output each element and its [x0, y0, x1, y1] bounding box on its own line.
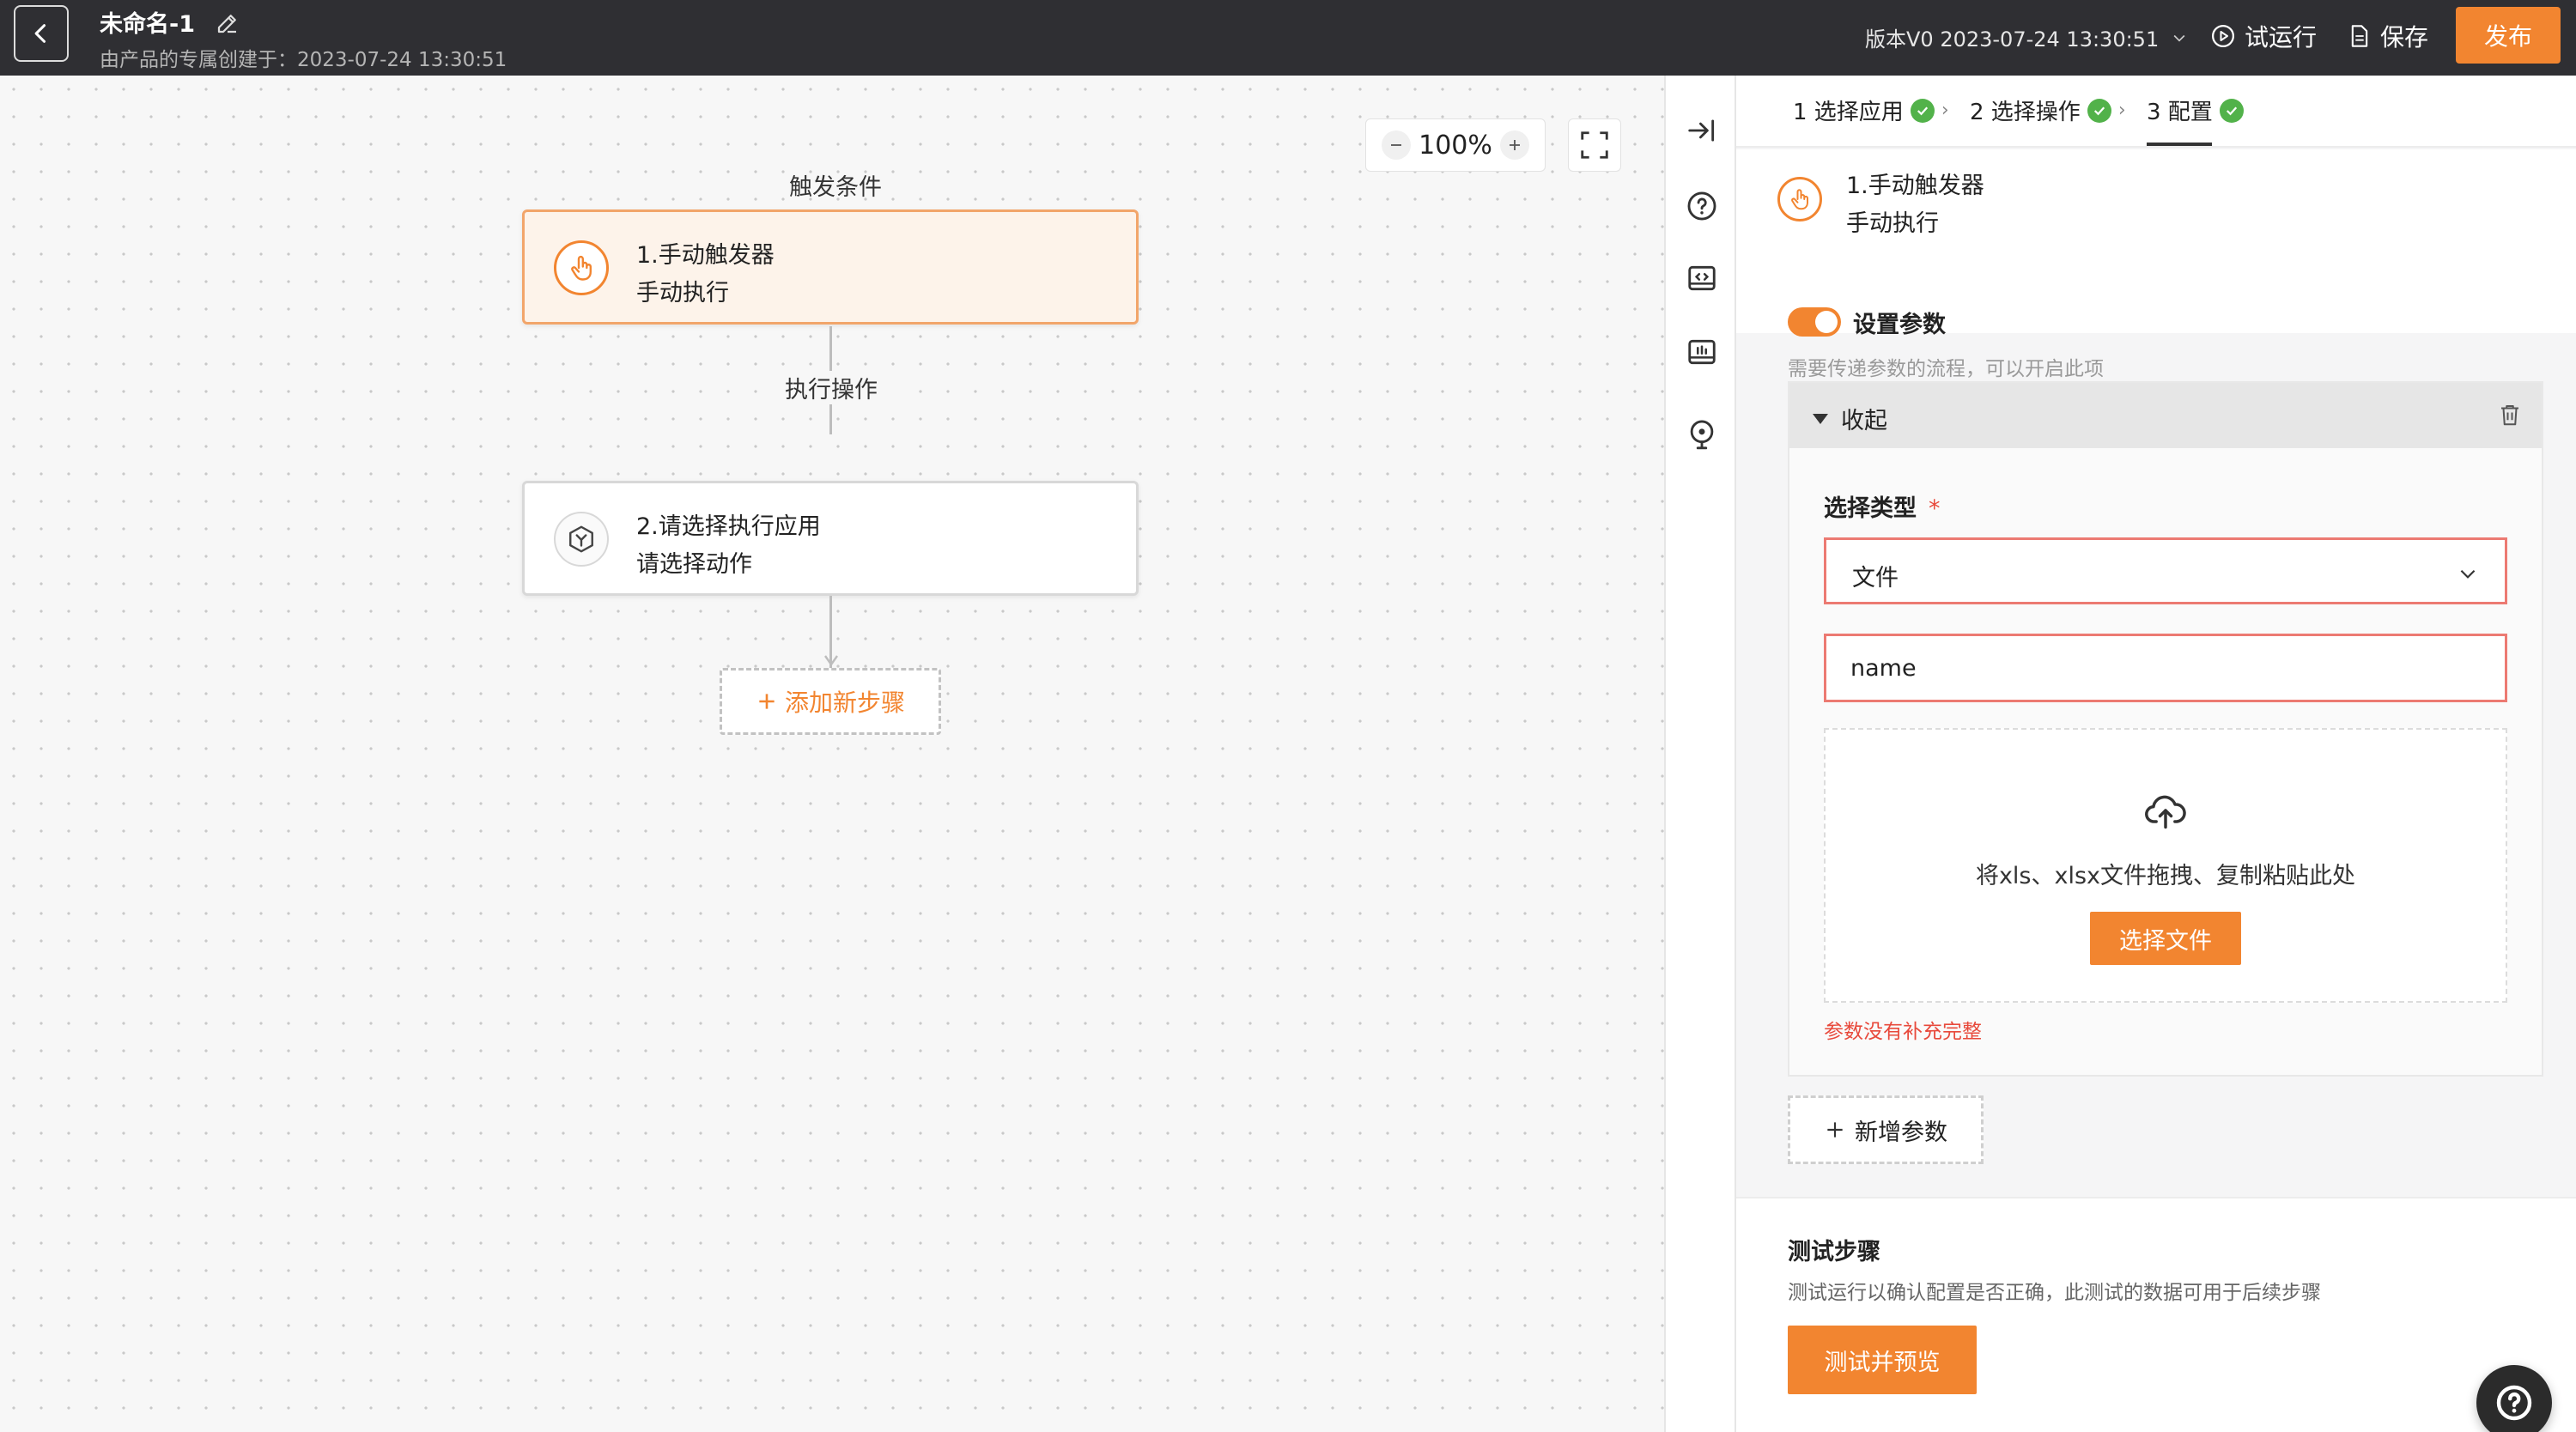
trigger-title: 1.手动触发器 — [1846, 173, 1984, 199]
trash-icon[interactable] — [2497, 402, 2523, 428]
back-button[interactable] — [14, 5, 69, 62]
zoom-control: 100% — [1365, 118, 1546, 172]
test-run-label: 试运行 — [2245, 23, 2318, 52]
top-bar: 未命名-1 由产品的专属创建于：2023-07-24 13:30:51 版本V0… — [0, 0, 2576, 76]
node-trigger-title: 1.手动触发器 — [636, 242, 775, 269]
side-toolbar — [1664, 76, 1736, 1432]
param-card: 收起 选择类型 * 文件 将xls、xlsx文件拖拽、复制粘贴此处 选择文件 参数… — [1788, 381, 2543, 1077]
chevron-down-icon — [2173, 34, 2185, 42]
tab-select-action[interactable]: 2 选择操作 › — [1970, 94, 2126, 126]
monitor-chart-icon — [1688, 339, 1716, 365]
help-fab-button[interactable] — [2476, 1365, 2552, 1432]
collapse-toggle[interactable]: 收起 — [1812, 402, 1887, 435]
chevron-right-icon: › — [2117, 100, 2126, 121]
fullscreen-icon — [1581, 131, 1608, 159]
tab-label: 2 选择操作 — [1970, 100, 2081, 125]
node-trigger[interactable]: 1.手动触发器 手动执行 — [522, 209, 1139, 325]
param-name-input[interactable] — [1824, 634, 2507, 702]
plus-icon — [1510, 140, 1520, 150]
type-field-label: 选择类型 * — [1824, 489, 1941, 523]
active-tab-indicator — [2147, 143, 2212, 146]
help-button[interactable] — [1683, 187, 1721, 225]
test-title: 测试步骤 — [1788, 1239, 1880, 1265]
fullscreen-button[interactable] — [1568, 118, 1621, 172]
validation-error: 参数没有补充完整 — [1824, 1021, 1982, 1043]
edit-icon[interactable] — [215, 10, 240, 36]
chevron-left-icon — [34, 24, 46, 43]
test-hint: 测试运行以确认配置是否正确，此测试的数据可用于后续步骤 — [1788, 1282, 2321, 1304]
arrow-down-icon — [824, 655, 838, 667]
hand-pointer-icon — [554, 240, 609, 295]
node-action-title: 2.请选择执行应用 — [636, 513, 821, 540]
param-card-header[interactable]: 收起 — [1789, 383, 2542, 448]
check-circle-icon — [2087, 98, 2111, 123]
zoom-out-button[interactable] — [1382, 130, 1411, 160]
collapse-label: 收起 — [1841, 408, 1887, 434]
type-select[interactable]: 文件 — [1824, 537, 2507, 604]
hexagon-app-icon — [554, 512, 609, 567]
plus-icon — [1827, 1122, 1843, 1138]
step-tabs: 1 选择应用 › 2 选择操作 › 3 配置 — [1736, 76, 2576, 148]
document-icon — [2351, 25, 2368, 47]
logs-button[interactable] — [1683, 333, 1721, 371]
question-icon — [2496, 1385, 2532, 1421]
code-window-icon — [1688, 265, 1716, 291]
flow-subtitle: 由产品的专属创建于：2023-07-24 13:30:51 — [100, 49, 507, 71]
set-params-toggle[interactable] — [1788, 307, 1841, 337]
add-step-button[interactable]: 添加新步骤 — [720, 668, 941, 735]
chevron-right-icon: › — [1941, 100, 1949, 121]
config-panel: 1 选择应用 › 2 选择操作 › 3 配置 1.手动触发器 手动执行 设置参数… — [1736, 76, 2576, 1432]
collapse-panel-button[interactable] — [1683, 112, 1721, 149]
type-label-text: 选择类型 — [1824, 495, 1917, 522]
plus-icon — [759, 694, 775, 709]
check-circle-icon — [1910, 98, 1935, 123]
check-circle-icon — [2219, 98, 2244, 123]
version-select[interactable]: 版本V0 2023-07-24 13:30:51 — [1865, 22, 2188, 52]
play-circle-icon — [2212, 25, 2234, 47]
flow-title: 未命名-1 — [100, 11, 195, 38]
minus-icon — [1391, 144, 1401, 146]
publish-button[interactable]: 发布 — [2456, 7, 2561, 64]
add-param-label: 新增参数 — [1855, 1119, 1947, 1146]
choose-file-button[interactable]: 选择文件 — [2090, 912, 2241, 965]
set-params-title: 设置参数 — [1853, 312, 1946, 338]
trigger-section-label: 触发条件 — [789, 174, 882, 201]
test-section: 测试步骤 测试运行以确认配置是否正确，此测试的数据可用于后续步骤 测试并预览 — [1736, 1197, 2576, 1432]
trigger-subtitle: 手动执行 — [1846, 210, 1939, 237]
caret-down-icon — [1813, 413, 1828, 424]
code-button[interactable] — [1683, 259, 1721, 297]
test-run-button[interactable]: 试运行 — [2210, 19, 2317, 53]
cloud-upload-icon — [2145, 795, 2186, 829]
file-upload-dropzone[interactable]: 将xls、xlsx文件拖拽、复制粘贴此处 选择文件 — [1824, 728, 2507, 1003]
question-circle-icon — [1687, 191, 1716, 221]
add-step-label: 添加新步骤 — [784, 689, 905, 717]
hand-pointer-icon — [1777, 177, 1822, 221]
flow-canvas[interactable]: 100% 触发条件 1.手动触发器 手动执行 执行操作 2.请选择执行应用 请选… — [0, 76, 1664, 1432]
node-action-subtitle: 请选择动作 — [636, 551, 752, 578]
required-mark: * — [1929, 495, 1941, 522]
upload-hint: 将xls、xlsx文件拖拽、复制粘贴此处 — [1975, 863, 2356, 889]
node-action[interactable]: 2.请选择执行应用 请选择动作 — [522, 481, 1139, 596]
type-select-value: 文件 — [1852, 565, 1899, 592]
tab-configure[interactable]: 3 配置 — [2147, 94, 2244, 126]
test-preview-button[interactable]: 测试并预览 — [1788, 1326, 1977, 1394]
set-params-hint: 需要传递参数的流程，可以开启此项 — [1788, 358, 2104, 380]
location-pin-icon — [1690, 420, 1714, 450]
tab-select-app[interactable]: 1 选择应用 › — [1793, 94, 1949, 126]
save-label: 保存 — [2380, 23, 2429, 52]
location-button[interactable] — [1683, 416, 1721, 453]
arrow-right-to-line-icon — [1688, 119, 1715, 142]
tab-label: 3 配置 — [2147, 100, 2213, 125]
zoom-in-button[interactable] — [1500, 130, 1529, 160]
zoom-level: 100% — [1419, 130, 1492, 161]
save-button[interactable]: 保存 — [2348, 19, 2428, 53]
chevron-down-icon — [2460, 569, 2476, 579]
add-param-button[interactable]: 新增参数 — [1788, 1095, 1984, 1164]
node-trigger-subtitle: 手动执行 — [636, 280, 729, 306]
tab-label: 1 选择应用 — [1793, 100, 1904, 125]
version-label: 版本V0 2023-07-24 13:30:51 — [1865, 27, 2160, 52]
action-section-label: 执行操作 — [762, 371, 900, 404]
